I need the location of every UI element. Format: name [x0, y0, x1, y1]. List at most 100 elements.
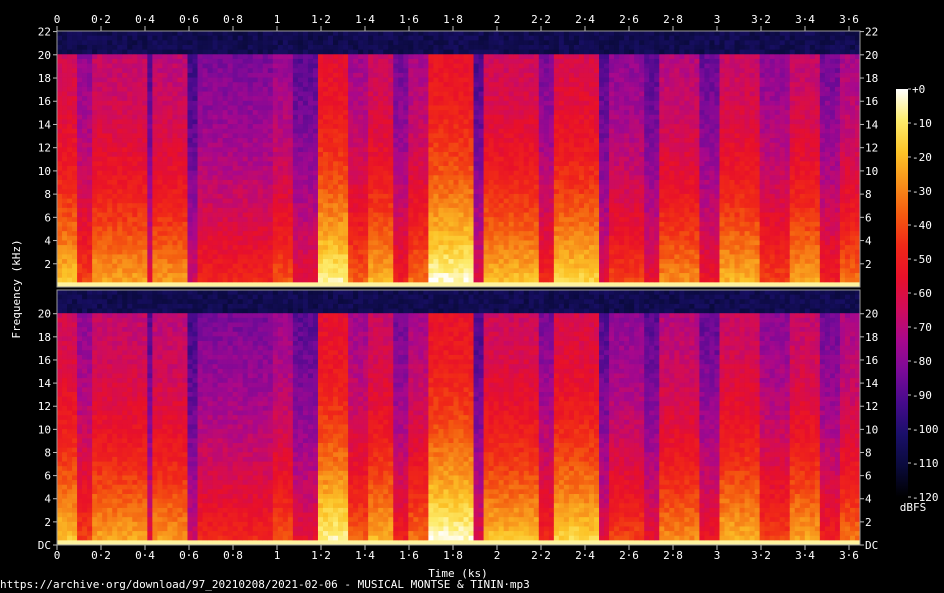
spectrogram-cell	[152, 77, 158, 83]
spectrogram-cell	[237, 254, 244, 260]
spectrogram-cell	[67, 114, 73, 120]
spectrogram-cell	[137, 128, 143, 134]
spectrogram-cell	[212, 133, 218, 139]
spectrogram-cell	[287, 161, 294, 167]
spectrogram-cell	[413, 128, 419, 134]
spectrogram-cell	[328, 147, 334, 153]
spectrogram-cell	[498, 273, 505, 279]
spectrogram-cell	[257, 138, 264, 144]
spectrogram-cell	[317, 170, 324, 176]
spectrogram-cell	[353, 77, 359, 83]
spectrogram-cell	[82, 221, 88, 227]
spectrogram-cell	[458, 72, 464, 78]
spectrogram-cell	[428, 221, 434, 227]
spectrogram-cell	[423, 161, 429, 167]
spectrogram-cell	[498, 175, 505, 181]
spectrogram-cell	[267, 193, 274, 199]
spectrogram-cell	[317, 198, 324, 204]
spectrogram-cell	[92, 54, 98, 60]
spectrogram-cell	[237, 189, 244, 195]
spectrogram-cell	[333, 249, 339, 255]
spectrogram-cell	[152, 152, 158, 158]
spectrogram-cell	[468, 119, 474, 125]
spectrogram-cell	[277, 119, 284, 125]
spectrogram-cell	[172, 128, 178, 134]
spectrogram-cell	[117, 100, 123, 106]
spectrogram-cell	[498, 254, 505, 260]
spectrogram-cell	[237, 161, 244, 167]
spectrogram-cell	[378, 152, 384, 158]
spectrogram-cell	[448, 128, 454, 134]
spectrogram-cell	[348, 217, 354, 223]
spectrogram-cell	[207, 184, 213, 190]
spectrogram-cell	[92, 254, 98, 260]
spectrogram-cell	[272, 203, 279, 209]
spectrogram-cell	[368, 217, 374, 223]
spectrogram-cell	[282, 189, 289, 195]
spectrogram-cell	[97, 119, 103, 125]
spectrogram-cell	[257, 235, 264, 241]
spectrogram-cell	[267, 142, 274, 148]
spectrogram-cell	[403, 217, 409, 223]
spectrogram-cell	[348, 96, 354, 102]
spectrogram-cell	[187, 105, 193, 111]
spectrogram-cell	[428, 207, 434, 213]
spectrogram-cell	[463, 128, 469, 134]
spectrogram-cell	[483, 49, 490, 55]
spectrogram-cell	[498, 184, 505, 190]
spectrogram-cell	[147, 212, 153, 218]
spectrogram-cell	[322, 58, 329, 64]
spectrogram-cell	[72, 31, 78, 37]
spectrogram-cell	[232, 138, 239, 144]
spectrogram-cell	[418, 207, 424, 213]
spectrogram-cell	[403, 212, 409, 218]
spectrogram-cell	[348, 133, 354, 139]
spectrogram-cell	[463, 179, 469, 185]
spectrogram-cell	[117, 44, 123, 51]
spectrogram-cell	[317, 152, 324, 158]
spectrogram-cell	[82, 49, 88, 55]
spectrogram-cell	[107, 263, 113, 269]
spectrogram-cell	[443, 268, 449, 274]
spectrogram-cell	[473, 77, 479, 83]
spectrogram-cell	[237, 114, 244, 120]
spectrogram-cell	[312, 58, 319, 64]
spectrogram-cell	[468, 240, 474, 246]
spectrogram-cell	[177, 68, 183, 74]
spectrogram-cell	[348, 179, 354, 185]
spectrogram-cell	[488, 49, 495, 55]
spectrogram-cell	[493, 231, 500, 237]
spectrogram-cell	[488, 235, 495, 241]
spectrogram-cell	[222, 235, 229, 241]
spectrogram-cell	[122, 198, 128, 204]
spectrogram-cell	[157, 273, 163, 279]
spectrogram-cell	[137, 198, 143, 204]
spectrogram-cell	[77, 170, 83, 176]
spectrogram-cell	[292, 119, 299, 125]
spectrogram-cell	[473, 31, 479, 37]
spectrogram-cell	[232, 203, 239, 209]
spectrogram-cell	[182, 268, 188, 274]
spectrogram-cell	[122, 54, 128, 60]
spectrogram-cell	[317, 54, 324, 60]
spectrogram-cell	[322, 124, 329, 130]
spectrogram-cell	[363, 165, 369, 172]
spectrogram-cell	[508, 221, 515, 227]
spectrogram-cell	[62, 31, 68, 37]
spectrogram-cell	[333, 40, 339, 46]
spectrogram-cell	[242, 100, 249, 106]
spectrogram-cell	[488, 175, 495, 181]
spectrogram-cell	[292, 235, 299, 241]
spectrogram-cell	[443, 170, 449, 176]
spectrogram-cell	[112, 77, 118, 83]
spectrogram-cell	[488, 212, 495, 218]
spectrogram-cell	[247, 203, 254, 209]
spectrogram-cell	[458, 249, 464, 255]
spectrogram-cell	[167, 263, 173, 269]
spectrogram-cell	[157, 165, 163, 172]
spectrogram-cell	[112, 58, 118, 64]
spectrogram-cell	[102, 72, 108, 78]
spectrogram-cell	[348, 142, 354, 148]
spectrogram-cell	[438, 110, 444, 116]
spectrogram-cell	[302, 235, 309, 241]
